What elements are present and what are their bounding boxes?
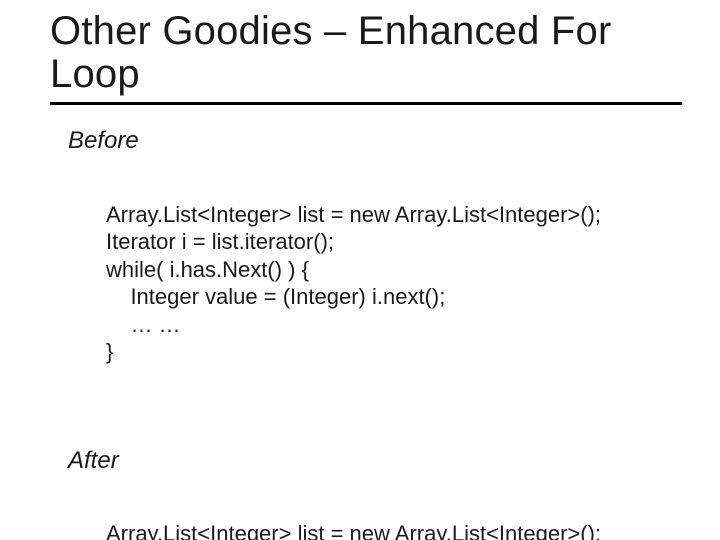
code-line: … … xyxy=(106,311,690,339)
code-line: while( i.has.Next() ) { xyxy=(106,256,690,284)
before-label: Before xyxy=(68,127,690,155)
before-code-block: Array.List<Integer> list = new Array.Lis… xyxy=(106,173,690,421)
code-line: Iterator i = list.iterator(); xyxy=(106,228,690,256)
title-underline xyxy=(50,102,682,105)
code-line: Array.List<Integer> list = new Array.Lis… xyxy=(106,520,690,540)
code-line: } xyxy=(106,338,690,366)
after-code-block: Array.List<Integer> list = new Array.Lis… xyxy=(106,493,690,540)
code-line: Integer value = (Integer) i.next(); xyxy=(106,283,690,311)
after-label: After xyxy=(68,447,690,475)
code-line: Array.List<Integer> list = new Array.Lis… xyxy=(106,201,690,229)
slide: Other Goodies – Enhanced For Loop Before… xyxy=(0,0,720,540)
slide-title: Other Goodies – Enhanced For Loop xyxy=(50,10,690,96)
